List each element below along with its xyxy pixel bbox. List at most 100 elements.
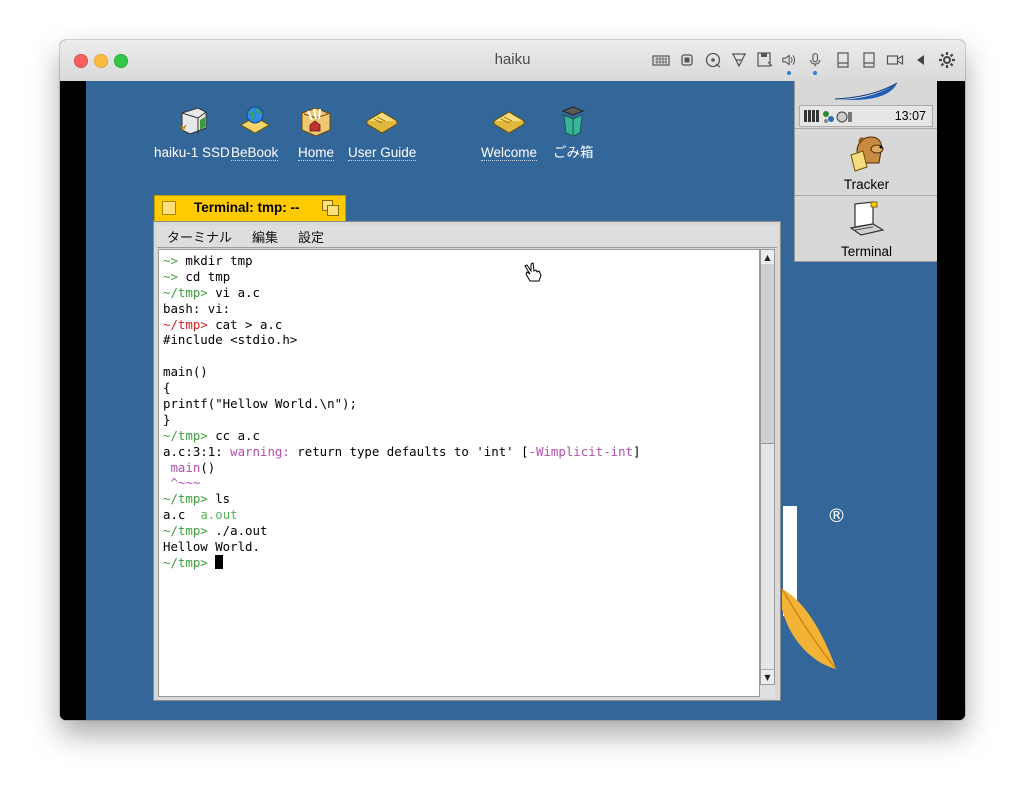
terminal-text: ] xyxy=(632,443,641,459)
desktop-icon-label: User Guide xyxy=(348,145,417,161)
terminal-line: ~/tmp> ./a.out xyxy=(163,523,759,539)
speaker-icon[interactable] xyxy=(781,50,801,75)
microphone-icon[interactable] xyxy=(807,50,827,75)
terminal-text: main() xyxy=(163,364,208,380)
terminal-line: ~/tmp> ls xyxy=(163,491,759,507)
terminal-text: ./a.out xyxy=(215,523,268,539)
disc-icon[interactable] xyxy=(703,50,723,70)
terminal-line: printf("Hellow World.\n"); xyxy=(163,396,759,412)
terminal-text: a.c:3:1: xyxy=(163,443,231,459)
camera-icon[interactable] xyxy=(885,50,905,70)
deskbar-app-tracker[interactable]: Tracker xyxy=(795,128,937,196)
terminal-scrollbar[interactable]: ▲ ▼ xyxy=(760,249,775,685)
scrollbar-thumb[interactable] xyxy=(761,264,774,444)
terminal-text: -Wimplicit-int xyxy=(528,443,633,459)
terminal-text: ~/tmp> xyxy=(163,554,216,570)
collapse-arrow-icon[interactable] xyxy=(911,50,931,70)
terminal-text: #include <stdio.h> xyxy=(163,332,298,348)
scroll-up-arrow-icon[interactable]: ▲ xyxy=(761,250,774,265)
terminal-text: ~> xyxy=(163,268,186,284)
terminal-line: #include <stdio.h> xyxy=(163,332,759,348)
desktop-icon-label: Home xyxy=(298,145,335,161)
terminal-text: cat > a.c xyxy=(215,316,283,332)
deskbar-app-label: Tracker xyxy=(843,177,890,192)
terminal-text: ^~~~ xyxy=(163,475,201,491)
terminal-line: main() xyxy=(163,460,759,476)
home-folder-icon xyxy=(301,107,331,137)
scroll-down-arrow-icon[interactable]: ▼ xyxy=(761,669,774,684)
floppy-icon[interactable] xyxy=(755,50,775,70)
terminal-menubar: ターミナル 編集 設定 xyxy=(157,225,777,248)
storage-icon[interactable] xyxy=(859,50,879,70)
deskbar-app-terminal[interactable]: Terminal xyxy=(795,195,937,263)
terminal-text: mkdir tmp xyxy=(185,253,253,268)
desktop-icon-bebook[interactable]: BeBook xyxy=(231,103,279,161)
terminal-line: } xyxy=(163,412,759,428)
terminal-output[interactable]: ~> mkdir tmp ~> cd tmp ~/tmp> vi a.c bash: … xyxy=(158,249,760,697)
tracker-dog-icon xyxy=(849,136,883,172)
terminal-title-tab[interactable]: Terminal: tmp: -- xyxy=(154,195,346,221)
network-icon[interactable] xyxy=(729,50,749,70)
terminal-text: ~/tmp> xyxy=(163,523,216,539)
terminal-app-icon xyxy=(848,201,885,236)
terminal-text: a.c xyxy=(163,507,201,523)
desktop-icon-home[interactable]: Home xyxy=(298,103,335,161)
gear-icon[interactable] xyxy=(937,50,957,70)
terminal-line: main() xyxy=(163,364,759,380)
menu-settings[interactable]: 設定 xyxy=(298,227,324,246)
desktop-icon-userguide[interactable]: User Guide xyxy=(348,103,417,161)
terminal-text: ls xyxy=(215,491,231,507)
drive-icon xyxy=(179,107,207,135)
terminal-text: ~> xyxy=(163,253,186,268)
terminal-text: ~/tmp> xyxy=(163,491,216,507)
terminal-line: { xyxy=(163,380,759,396)
book-icon xyxy=(493,111,525,134)
deskbar-tray: 13:07 xyxy=(799,105,933,127)
terminal-text: main xyxy=(163,459,201,475)
vm-toolbar xyxy=(651,50,957,75)
terminal-line: Hellow World. xyxy=(163,539,759,555)
window-zoom-button[interactable] xyxy=(322,200,339,216)
haiku-desktop[interactable]: haiku-1 SSD BeBook Home User Guide Welco… xyxy=(86,81,937,720)
guest-screen: haiku-1 SSD BeBook Home User Guide Welco… xyxy=(60,81,965,720)
menu-terminal[interactable]: ターミナル xyxy=(167,227,232,246)
desktop-icon-trash[interactable]: ごみ箱 xyxy=(553,103,594,160)
deskbar: 13:07 Tracker Terminal xyxy=(794,81,937,262)
terminal-text: { xyxy=(163,380,171,396)
terminal-line: a.c:3:1: warning: return type defaults t… xyxy=(163,444,759,460)
terminal-text: printf("Hellow World.\n"); xyxy=(163,396,357,412)
terminal-text: ~/tmp> xyxy=(163,427,216,443)
resize-grip[interactable] xyxy=(760,685,775,698)
window-close-button[interactable] xyxy=(162,201,176,215)
terminal-line: ~/tmp> cc a.c xyxy=(163,428,759,444)
haiku-leaf-menu-icon[interactable] xyxy=(795,81,937,103)
terminal-text: return type defaults to 'int' [ xyxy=(289,443,529,459)
desktop-icon-ssd[interactable]: haiku-1 SSD xyxy=(154,103,230,160)
terminal-text: ~/tmp> xyxy=(163,316,216,332)
deskbar-clock[interactable]: 13:07 xyxy=(895,109,926,123)
terminal-text: cc a.c xyxy=(215,427,260,443)
terminal-text: } xyxy=(163,411,171,427)
terminal-line: a.c a.out xyxy=(163,507,759,523)
terminal-line: ~/tmp> vi a.c xyxy=(163,285,759,301)
terminal-line: ~/tmp> xyxy=(163,554,759,571)
cpu-icon[interactable] xyxy=(677,50,697,70)
menu-edit[interactable]: 編集 xyxy=(252,227,278,246)
desktop-icon-welcome[interactable]: Welcome xyxy=(481,103,538,161)
usb-device-icon[interactable] xyxy=(833,50,853,70)
tray-status-icons[interactable] xyxy=(804,108,856,124)
terminal-text: Hellow World. xyxy=(163,539,260,555)
text-cursor-block xyxy=(215,554,224,569)
vm-titlebar[interactable]: haiku xyxy=(60,40,965,82)
terminal-text: vi a.c xyxy=(215,284,260,300)
keyboard-icon[interactable] xyxy=(651,50,671,70)
terminal-text: () xyxy=(200,459,216,475)
terminal-text: cd tmp xyxy=(185,268,231,284)
terminal-line: ^~~~ xyxy=(163,475,759,491)
terminal-text: bash: vi: xyxy=(163,300,231,316)
desktop-icon-label: haiku-1 SSD xyxy=(154,145,230,160)
terminal-window-title: Terminal: tmp: -- xyxy=(194,200,300,215)
vm-window: haiku haiku-1 SSD BeBook Home User Guide… xyxy=(60,40,965,720)
terminal-line: bash: vi: xyxy=(163,301,759,317)
